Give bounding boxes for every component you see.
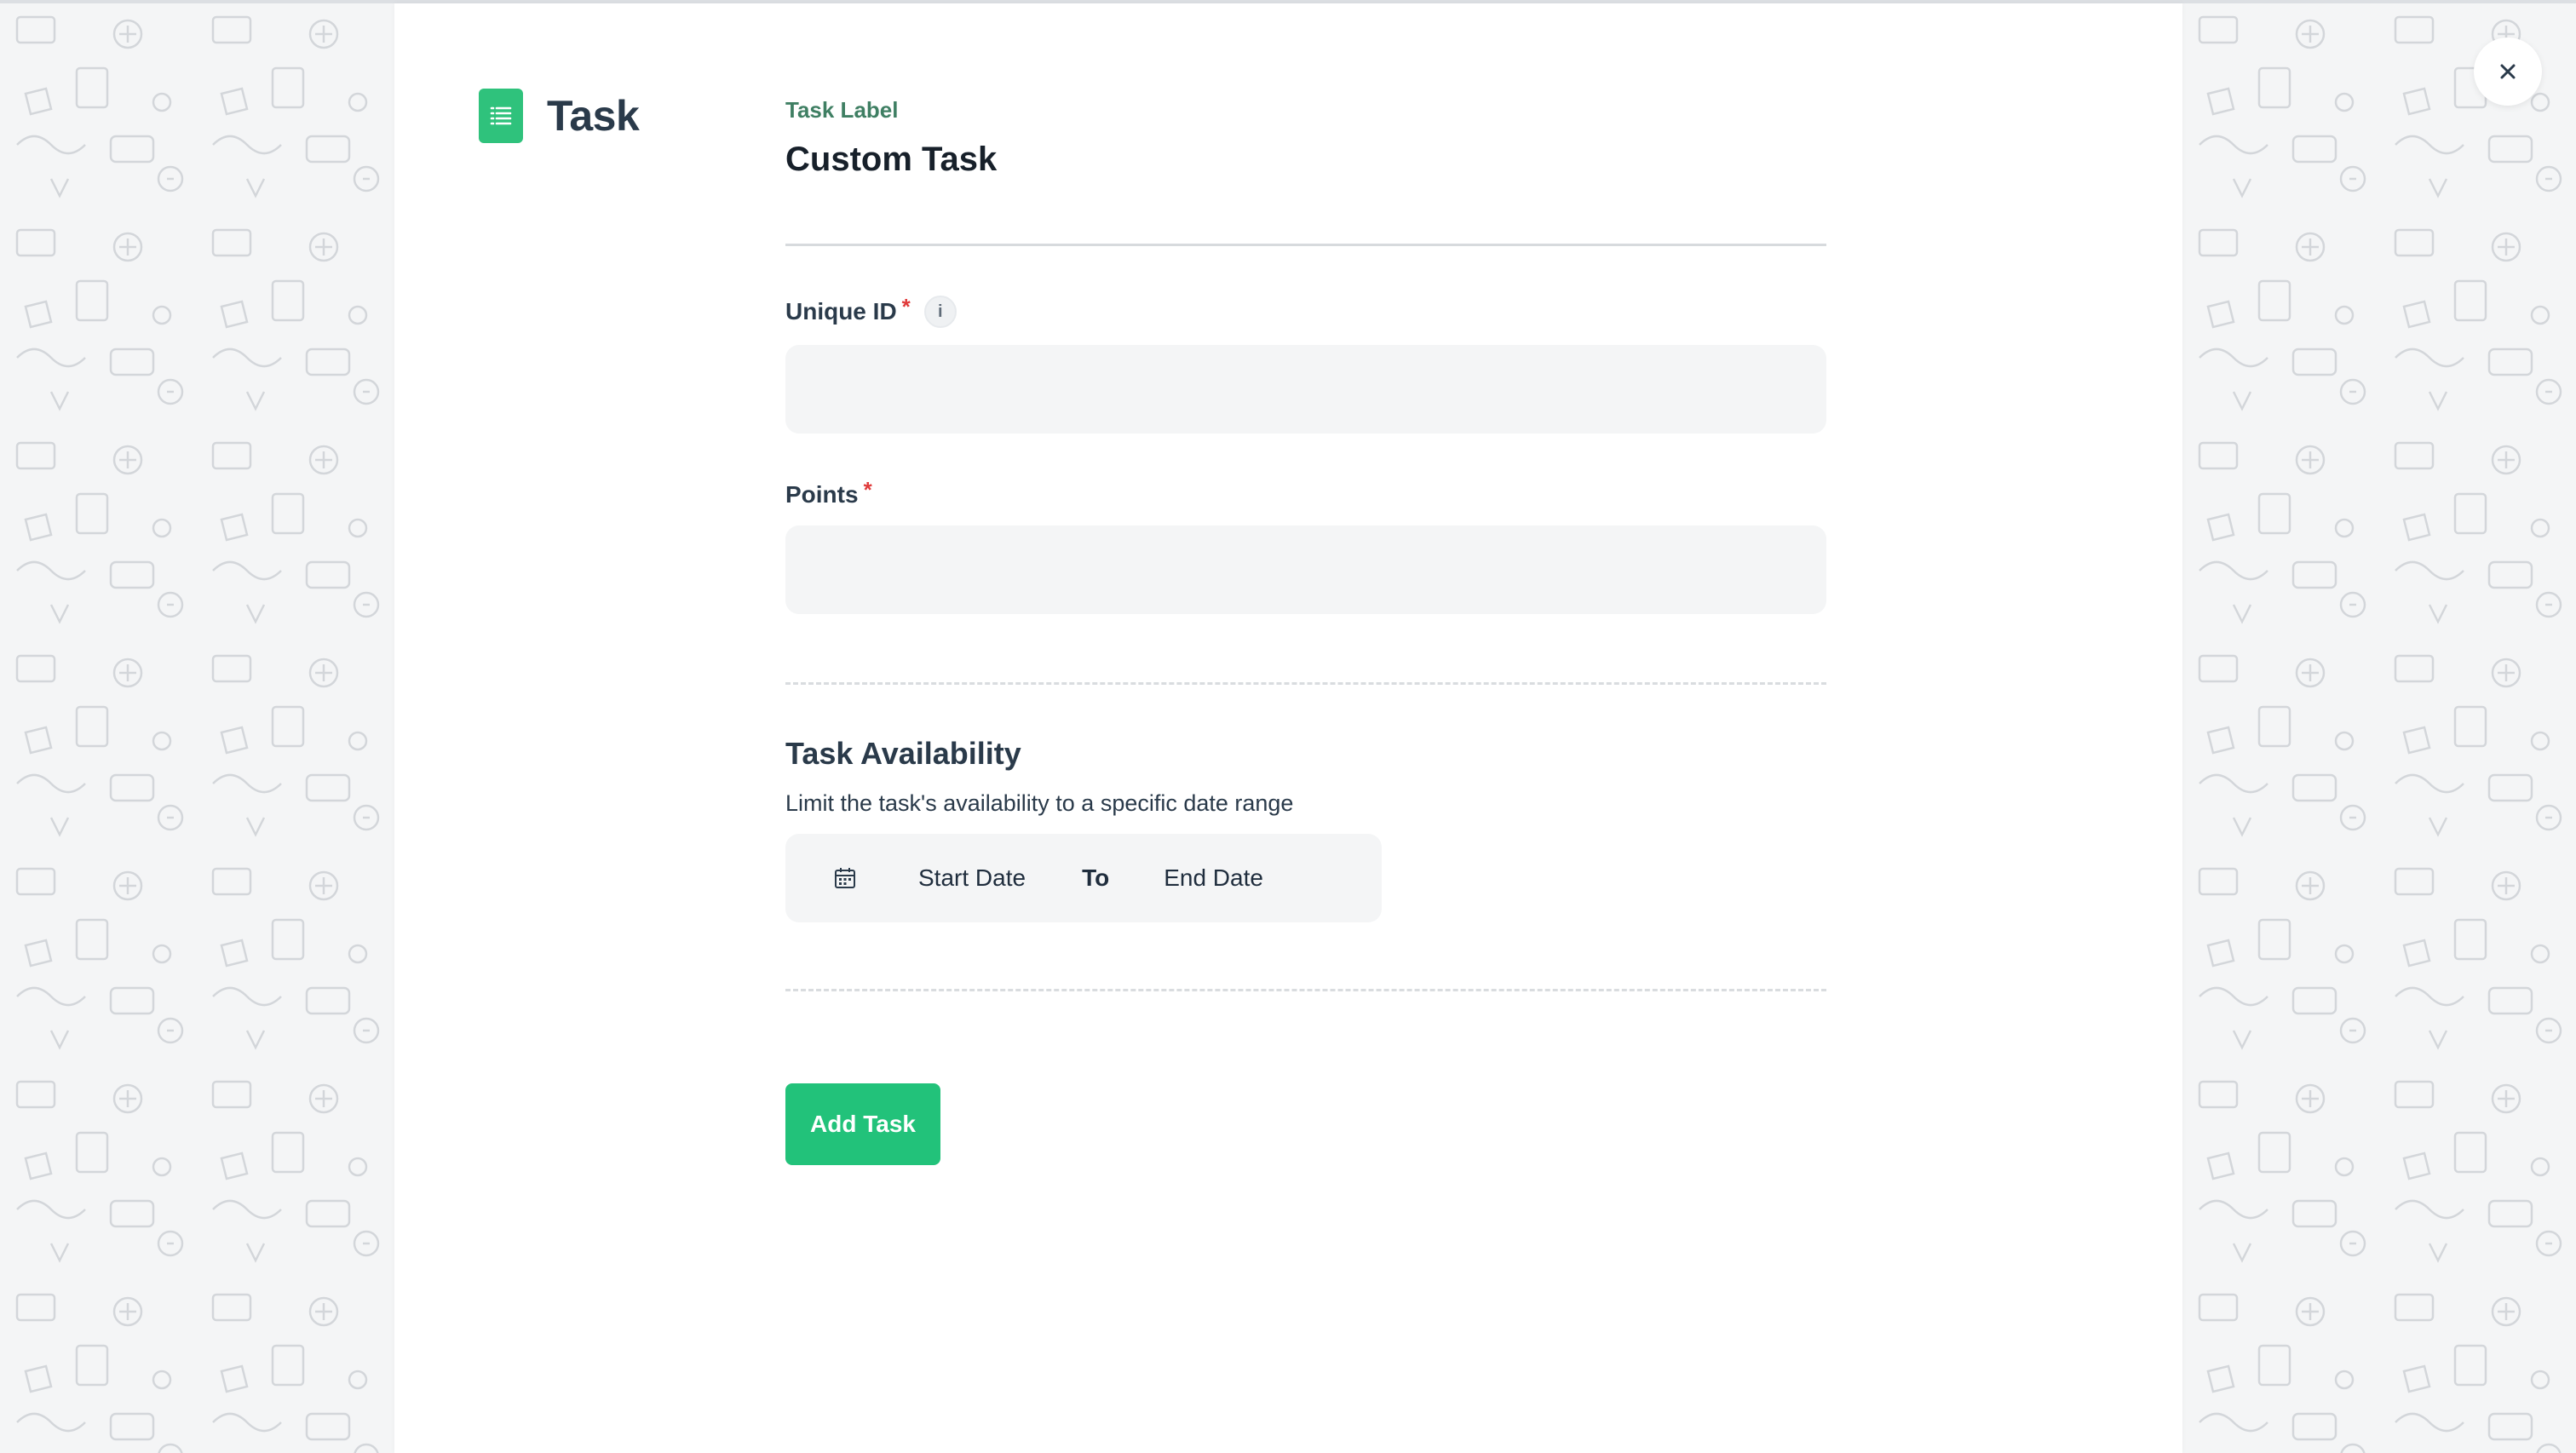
points-input[interactable] <box>785 525 1826 614</box>
calendar-icon <box>833 866 857 890</box>
task-label-value[interactable]: Custom Task <box>785 141 1826 246</box>
date-range-picker[interactable]: Start Date To End Date <box>785 834 1382 922</box>
date-range-separator: To <box>1082 864 1110 891</box>
task-label-caption: Task Label <box>785 97 899 123</box>
page-title: Task <box>547 92 640 140</box>
task-form: Task Label Custom Task Unique ID * i Poi… <box>785 97 1826 1165</box>
points-label-text: Points <box>785 481 859 508</box>
background-pattern-right <box>2182 0 2576 1453</box>
task-editor-page: Task Task Label Custom Task Unique ID * … <box>0 0 2576 1453</box>
add-task-button[interactable]: Add Task <box>785 1083 940 1165</box>
points-label: Points * <box>785 477 1826 508</box>
background-pattern-left <box>0 0 394 1453</box>
required-marker: * <box>863 476 872 503</box>
unique-id-label-text: Unique ID <box>785 298 897 324</box>
section-divider <box>785 682 1826 685</box>
unique-id-input[interactable] <box>785 345 1826 434</box>
availability-title: Task Availability <box>785 736 1021 771</box>
availability-description: Limit the task's availability to a speci… <box>785 790 1294 816</box>
start-date-field[interactable]: Start Date <box>918 864 1026 892</box>
unique-id-label: Unique ID * i <box>785 293 1826 328</box>
close-button[interactable] <box>2474 37 2542 106</box>
list-document-icon <box>479 89 523 143</box>
section-divider <box>785 989 1826 991</box>
availability-section: Task Availability Limit the task's avail… <box>785 736 1826 922</box>
required-marker: * <box>901 293 911 319</box>
task-panel: Task Task Label Custom Task Unique ID * … <box>394 3 2182 1453</box>
close-icon <box>2500 64 2516 79</box>
panel-header: Task <box>479 89 640 143</box>
end-date-field[interactable]: End Date <box>1164 864 1263 892</box>
info-icon[interactable]: i <box>923 296 957 328</box>
